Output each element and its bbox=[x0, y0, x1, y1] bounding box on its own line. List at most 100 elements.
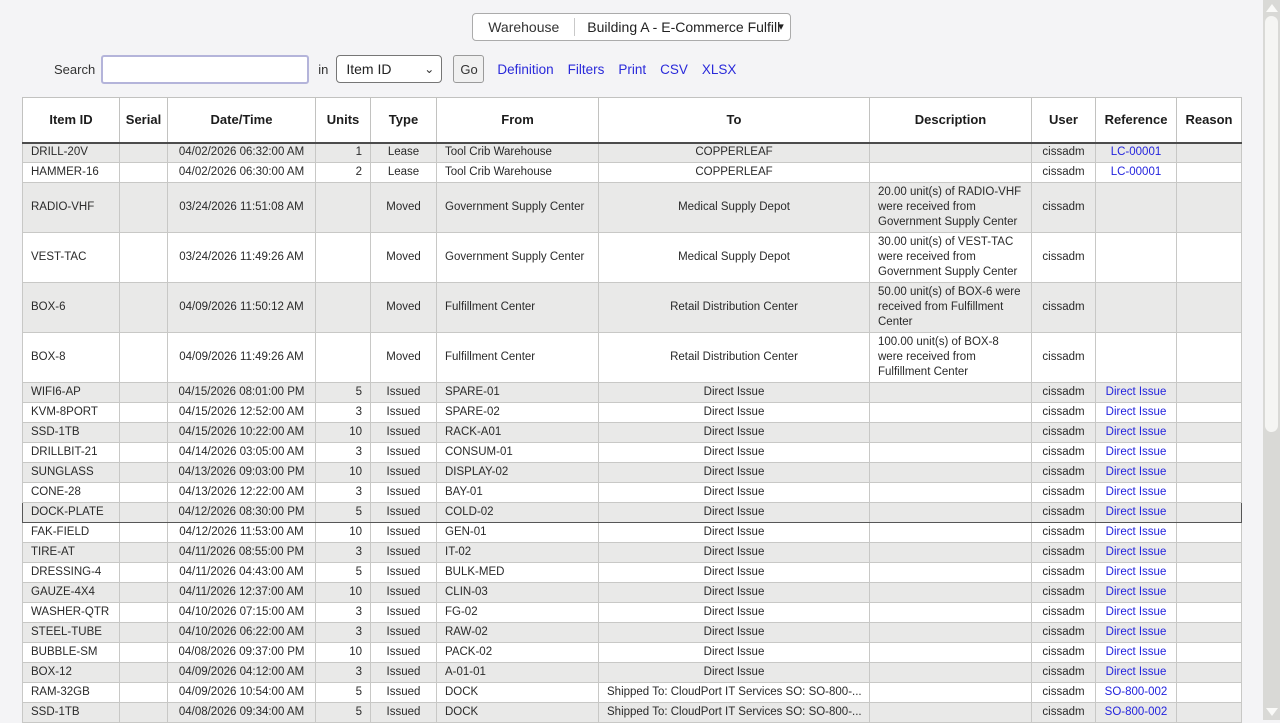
table-row[interactable]: GAUZE-4X404/11/2026 12:37:00 AM10IssuedC… bbox=[23, 583, 1242, 603]
user-cell: cissadm bbox=[1032, 383, 1096, 403]
csv-link[interactable]: CSV bbox=[660, 62, 688, 77]
serial-cell bbox=[120, 403, 168, 423]
reference-link[interactable]: Direct Issue bbox=[1106, 586, 1167, 598]
reference-link[interactable]: SO-800-002 bbox=[1105, 706, 1168, 718]
table-row[interactable]: WIFI6-AP04/15/2026 08:01:00 PM5IssuedSPA… bbox=[23, 383, 1242, 403]
reference-link[interactable]: Direct Issue bbox=[1106, 606, 1167, 618]
serial-cell bbox=[120, 233, 168, 283]
type-cell: Issued bbox=[371, 563, 437, 583]
print-link[interactable]: Print bbox=[618, 62, 646, 77]
location-select[interactable]: Building A - E-Commerce Fulfill ▾ bbox=[575, 19, 789, 35]
from-cell: COLD-02 bbox=[437, 503, 599, 523]
reference-link[interactable]: SO-800-002 bbox=[1105, 686, 1168, 698]
definition-link[interactable]: Definition bbox=[497, 62, 553, 77]
to-cell: Medical Supply Depot bbox=[599, 183, 870, 233]
xlsx-link[interactable]: XLSX bbox=[702, 62, 737, 77]
table-row[interactable]: RADIO-VHF03/24/2026 11:51:08 AMMovedGove… bbox=[23, 183, 1242, 233]
item_id-cell: TIRE-AT bbox=[23, 543, 120, 563]
reference-link[interactable]: Direct Issue bbox=[1106, 466, 1167, 478]
to-cell: Direct Issue bbox=[599, 383, 870, 403]
table-row[interactable]: HAMMER-1604/02/2026 06:30:00 AM2LeaseToo… bbox=[23, 163, 1242, 183]
units-cell: 3 bbox=[316, 403, 371, 423]
table-row[interactable]: VEST-TAC03/24/2026 11:49:26 AMMovedGover… bbox=[23, 233, 1242, 283]
table-row[interactable]: BOX-1204/09/2026 04:12:00 AM3IssuedA-01-… bbox=[23, 663, 1242, 683]
column-header-reason: Reason bbox=[1177, 98, 1242, 143]
to-cell: Retail Distribution Center bbox=[599, 283, 870, 333]
table-row[interactable]: BUBBLE-SM04/08/2026 09:37:00 PM10IssuedP… bbox=[23, 643, 1242, 663]
reason-cell bbox=[1177, 283, 1242, 333]
type-cell: Issued bbox=[371, 503, 437, 523]
table-row[interactable]: SSD-1TB04/15/2026 10:22:00 AM10IssuedRAC… bbox=[23, 423, 1242, 443]
reference-link[interactable]: LC-00001 bbox=[1111, 146, 1162, 158]
table-row[interactable]: FAK-FIELD04/12/2026 11:53:00 AM10IssuedG… bbox=[23, 523, 1242, 543]
datetime-cell: 03/24/2026 11:51:08 AM bbox=[168, 183, 316, 233]
table-row[interactable]: RAM-32GB04/09/2026 10:54:00 AM5IssuedDOC… bbox=[23, 683, 1242, 703]
table-row[interactable]: SUNGLASS04/13/2026 09:03:00 PM10IssuedDI… bbox=[23, 463, 1242, 483]
go-button[interactable]: Go bbox=[453, 55, 484, 83]
reference-link[interactable]: Direct Issue bbox=[1106, 666, 1167, 678]
serial-cell bbox=[120, 623, 168, 643]
reference-link[interactable]: Direct Issue bbox=[1106, 446, 1167, 458]
from-cell: Tool Crib Warehouse bbox=[437, 143, 599, 163]
vertical-scrollbar[interactable] bbox=[1263, 0, 1280, 720]
reference-link[interactable]: LC-00001 bbox=[1111, 166, 1162, 178]
user-cell: cissadm bbox=[1032, 233, 1096, 283]
type-cell: Issued bbox=[371, 523, 437, 543]
reference-link[interactable]: Direct Issue bbox=[1106, 526, 1167, 538]
reason-cell bbox=[1177, 643, 1242, 663]
table-row[interactable]: DRESSING-404/11/2026 04:43:00 AM5IssuedB… bbox=[23, 563, 1242, 583]
datetime-cell: 04/11/2026 12:37:00 AM bbox=[168, 583, 316, 603]
table-row[interactable]: DRILL-20V04/02/2026 06:32:00 AM1LeaseToo… bbox=[23, 143, 1242, 163]
reference-link[interactable]: Direct Issue bbox=[1106, 566, 1167, 578]
units-cell: 10 bbox=[316, 643, 371, 663]
column-header-description: Description bbox=[870, 98, 1032, 143]
item_id-cell: BOX-12 bbox=[23, 663, 120, 683]
reference-link[interactable]: Direct Issue bbox=[1106, 406, 1167, 418]
search-column-select-value: Item ID bbox=[346, 61, 391, 77]
reference-link[interactable]: Direct Issue bbox=[1106, 646, 1167, 658]
context-bar: Warehouse Building A - E-Commerce Fulfil… bbox=[0, 13, 1263, 41]
search-column-select[interactable]: Item ID ⌄ bbox=[336, 55, 442, 83]
scroll-up-arrow-icon[interactable] bbox=[1266, 4, 1278, 12]
table-row[interactable]: CONE-2804/13/2026 12:22:00 AM3IssuedBAY-… bbox=[23, 483, 1242, 503]
context-selector: Warehouse Building A - E-Commerce Fulfil… bbox=[472, 13, 791, 41]
reference-link[interactable]: Direct Issue bbox=[1106, 486, 1167, 498]
units-cell bbox=[316, 183, 371, 233]
user-cell: cissadm bbox=[1032, 423, 1096, 443]
serial-cell bbox=[120, 583, 168, 603]
user-cell: cissadm bbox=[1032, 163, 1096, 183]
item_id-cell: WASHER-QTR bbox=[23, 603, 120, 623]
reason-cell bbox=[1177, 183, 1242, 233]
table-row[interactable]: WASHER-QTR04/10/2026 07:15:00 AM3IssuedF… bbox=[23, 603, 1242, 623]
type-cell: Moved bbox=[371, 333, 437, 383]
units-cell: 5 bbox=[316, 503, 371, 523]
scrollbar-thumb[interactable] bbox=[1265, 16, 1278, 432]
table-row[interactable]: TIRE-AT04/11/2026 08:55:00 PM3IssuedIT-0… bbox=[23, 543, 1242, 563]
table-row[interactable]: DRILLBIT-2104/14/2026 03:05:00 AM3Issued… bbox=[23, 443, 1242, 463]
table-row[interactable]: STEEL-TUBE04/10/2026 06:22:00 AM3IssuedR… bbox=[23, 623, 1242, 643]
table-row[interactable]: KVM-8PORT04/15/2026 12:52:00 AM3IssuedSP… bbox=[23, 403, 1242, 423]
filters-link[interactable]: Filters bbox=[568, 62, 605, 77]
user-cell: cissadm bbox=[1032, 603, 1096, 623]
user-cell: cissadm bbox=[1032, 563, 1096, 583]
scope-warehouse-button[interactable]: Warehouse bbox=[473, 19, 574, 35]
table-row[interactable]: BOX-604/09/2026 11:50:12 AMMovedFulfillm… bbox=[23, 283, 1242, 333]
to-cell: Direct Issue bbox=[599, 663, 870, 683]
reference-link[interactable]: Direct Issue bbox=[1106, 386, 1167, 398]
search-input[interactable] bbox=[101, 55, 309, 84]
units-cell bbox=[316, 233, 371, 283]
reference-link[interactable]: Direct Issue bbox=[1106, 506, 1167, 518]
reason-cell bbox=[1177, 403, 1242, 423]
table-row[interactable]: BOX-804/09/2026 11:49:26 AMMovedFulfillm… bbox=[23, 333, 1242, 383]
table-row[interactable]: DOCK-PLATE04/12/2026 08:30:00 PM5IssuedC… bbox=[23, 503, 1242, 523]
reference-link[interactable]: Direct Issue bbox=[1106, 546, 1167, 558]
reference-link[interactable]: Direct Issue bbox=[1106, 626, 1167, 638]
datetime-cell: 04/11/2026 08:55:00 PM bbox=[168, 543, 316, 563]
scroll-down-arrow-icon[interactable] bbox=[1266, 708, 1278, 716]
serial-cell bbox=[120, 283, 168, 333]
description-cell bbox=[870, 463, 1032, 483]
reason-cell bbox=[1177, 583, 1242, 603]
from-cell: SPARE-02 bbox=[437, 403, 599, 423]
reference-link[interactable]: Direct Issue bbox=[1106, 426, 1167, 438]
type-cell: Issued bbox=[371, 603, 437, 623]
